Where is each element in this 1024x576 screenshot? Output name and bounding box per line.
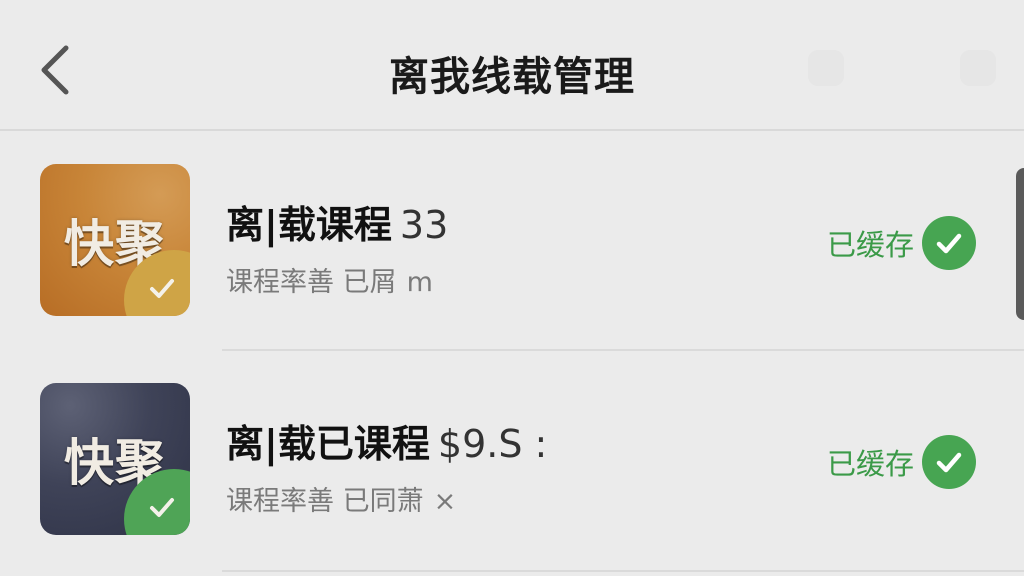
course-title-text: 离|载已课程 [226,422,430,466]
course-thumbnail: 快聚 [40,383,190,535]
course-title: 离|载课程 33 [226,194,448,249]
nav-header: 离我线载管理 [0,0,1024,131]
offline-download-screen: 离我线载管理 快聚 离|载课程 33 课程率善 已屑 m 已缓存 快聚 离|载已… [0,0,1024,576]
check-icon [150,498,174,517]
status-label: 已缓存 [826,228,914,262]
faded-header-icon [960,50,996,86]
course-thumbnail: 快聚 [40,164,190,316]
faded-header-icon [808,50,844,86]
course-title-extra: $9.S : [437,422,548,466]
course-subtitle: 课程率善 已屑 m [226,260,433,299]
course-title-extra: 33 [399,203,449,247]
check-circle-icon [922,435,976,489]
course-subtitle: 课程率善 已同萧 × [226,479,456,518]
list-divider [222,349,1024,351]
course-list-item[interactable]: 快聚 离|载课程 33 课程率善 已屑 m 已缓存 [0,134,1024,352]
course-subtitle-extra: m [406,267,433,298]
check-circle-icon [922,216,976,270]
cached-status[interactable]: 已缓存 [827,435,976,489]
course-title: 离|载已课程 $9.S : [226,413,547,468]
check-icon [150,279,174,298]
course-list-item[interactable]: 快聚 离|载已课程 $9.S : 课程率善 已同萧 × 已缓存 [0,353,1024,571]
page-title: 离我线载管理 [389,54,635,100]
scrollbar[interactable] [1016,168,1024,320]
course-subtitle-extra: × [433,486,457,517]
course-title-text: 离|载课程 [226,203,392,247]
cached-status[interactable]: 已缓存 [827,216,976,270]
list-divider [222,570,1024,572]
course-subtitle-text: 课程率善 已同萧 [226,486,424,517]
status-label: 已缓存 [826,447,914,481]
course-subtitle-text: 课程率善 已屑 [226,267,397,298]
